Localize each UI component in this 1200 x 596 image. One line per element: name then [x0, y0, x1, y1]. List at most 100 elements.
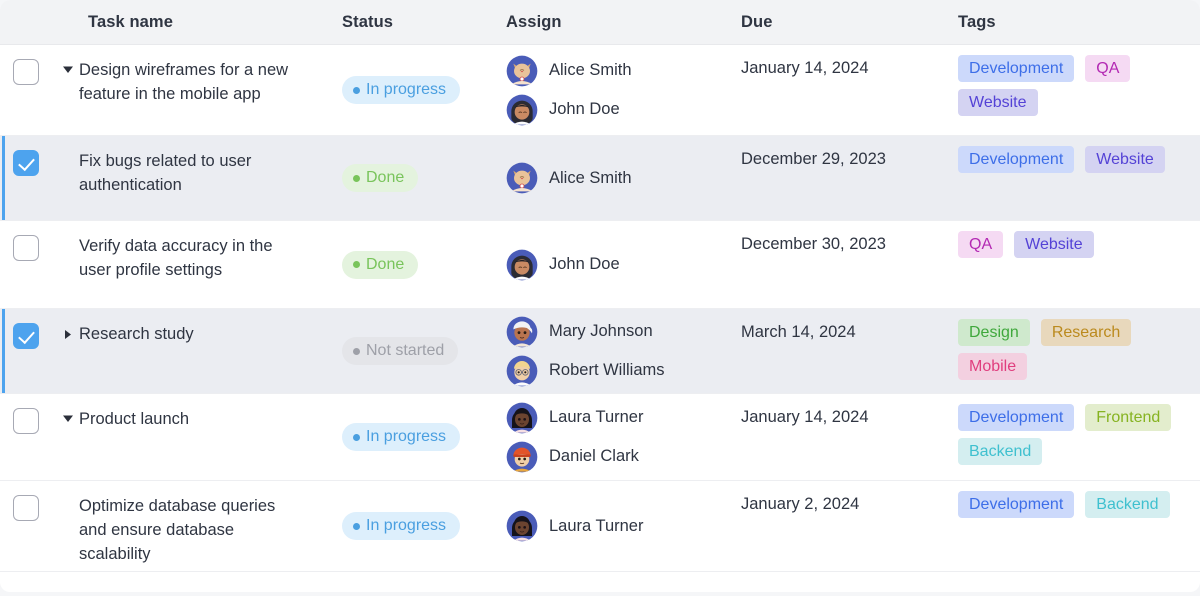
table-body: Design wireframes for a new feature in t… [0, 45, 1200, 572]
tag-chip[interactable]: Development [958, 55, 1075, 82]
status-badge[interactable]: In progress [342, 76, 461, 104]
tag-chip[interactable]: Development [958, 146, 1075, 173]
due-date-label[interactable]: January 14, 2024 [741, 59, 869, 78]
tag-list: Development Frontend Backend [958, 404, 1200, 465]
task-name-label[interactable]: Research study [79, 319, 204, 346]
tag-chip[interactable]: Website [1014, 231, 1094, 258]
tag-chip[interactable]: Frontend [1085, 404, 1172, 431]
avatar [506, 55, 538, 87]
assignee-cell: Laura Turner Daniel Clark [498, 394, 733, 480]
tag-chip[interactable]: Website [958, 89, 1038, 116]
status-badge[interactable]: In progress [342, 512, 461, 540]
assignee-name: Robert Williams [549, 361, 665, 379]
assignee[interactable]: John Doe [506, 249, 733, 281]
table-row[interactable]: Design wireframes for a new feature in t… [0, 45, 1200, 136]
table-row[interactable]: Optimize database queries and ensure dat… [0, 481, 1200, 572]
chevron-down-icon [57, 491, 79, 510]
assignee-cell: Alice Smith John Doe [498, 45, 733, 135]
tag-chip[interactable]: QA [958, 231, 1004, 258]
avatar [506, 249, 538, 281]
assignee-cell: Alice Smith [498, 136, 733, 220]
chevron-down-icon[interactable] [57, 55, 79, 74]
avatar [506, 510, 538, 542]
status-badge[interactable]: In progress [342, 423, 461, 451]
assignee-list: Laura Turner Daniel Clark [506, 402, 733, 473]
table-row[interactable]: Research study Not started Mary Johnson [0, 309, 1200, 394]
column-header-assign[interactable]: Assign [498, 13, 733, 32]
task-name-cell: Research study [57, 309, 335, 393]
assignee[interactable]: Alice Smith [506, 162, 733, 194]
status-badge[interactable]: Done [342, 164, 419, 192]
task-name-cell: Product launch [57, 394, 335, 480]
assignee-list: Mary Johnson Robert Williams [506, 316, 733, 387]
avatar [506, 162, 538, 194]
due-date-cell: December 30, 2023 [733, 221, 950, 308]
tag-chip[interactable]: Design [958, 319, 1030, 346]
column-header-task-name[interactable]: Task name [57, 13, 335, 32]
status-label: Done [366, 255, 405, 273]
assignee[interactable]: Laura Turner [506, 510, 733, 542]
tag-chip[interactable]: Mobile [958, 353, 1028, 380]
due-date-label[interactable]: January 2, 2024 [741, 495, 859, 514]
table-header-row: Task name Status Assign Due Tags [0, 0, 1200, 45]
status-cell: In progress [335, 45, 498, 135]
task-name-label[interactable]: Product launch [79, 404, 199, 431]
tag-chip[interactable]: Backend [1085, 491, 1170, 518]
status-label: Not started [366, 342, 445, 359]
task-name-cell: Optimize database queries and ensure dat… [57, 481, 335, 571]
task-name-label[interactable]: Design wireframes for a new feature in t… [79, 55, 314, 106]
status-label: Done [366, 169, 405, 186]
status-dot-icon [353, 174, 360, 182]
row-checkbox[interactable] [13, 495, 39, 521]
status-label: In progress [366, 428, 447, 445]
task-name-label[interactable]: Fix bugs related to user authentication [79, 146, 314, 197]
assignee[interactable]: Daniel Clark [506, 441, 733, 473]
due-date-label[interactable]: December 29, 2023 [741, 150, 886, 169]
row-checkbox[interactable] [13, 323, 39, 349]
assignee[interactable]: Alice Smith [506, 55, 733, 87]
chevron-right-icon[interactable] [57, 319, 79, 340]
tags-cell: Development Website [950, 136, 1200, 220]
column-header-due[interactable]: Due [733, 13, 950, 32]
tag-chip[interactable]: Backend [958, 438, 1043, 465]
row-select-cell [0, 481, 57, 571]
row-checkbox[interactable] [13, 150, 39, 176]
assignee[interactable]: Laura Turner [506, 402, 733, 434]
due-date-cell: December 29, 2023 [733, 136, 950, 220]
status-cell: Not started [335, 309, 498, 393]
row-checkbox[interactable] [13, 235, 39, 261]
tag-chip[interactable]: QA [1085, 55, 1131, 82]
assignee-name: Laura Turner [549, 516, 644, 535]
task-name-label[interactable]: Optimize database queries and ensure dat… [79, 491, 314, 566]
table-row[interactable]: Product launch In progress Laura Turner [0, 394, 1200, 481]
column-header-tags[interactable]: Tags [950, 13, 1200, 32]
tag-chip[interactable]: Development [958, 491, 1075, 518]
status-cell: In progress [335, 481, 498, 571]
chevron-down-icon[interactable] [57, 404, 79, 423]
row-select-cell [0, 309, 57, 393]
task-name-label[interactable]: Verify data accuracy in the user profile… [79, 231, 314, 282]
status-badge[interactable]: Not started [342, 337, 459, 365]
tags-cell: Development Frontend Backend [950, 394, 1200, 480]
assignee-cell: John Doe [498, 221, 733, 308]
column-header-status[interactable]: Status [335, 13, 498, 32]
table-row[interactable]: Verify data accuracy in the user profile… [0, 221, 1200, 309]
assignee-list: Alice Smith John Doe [506, 55, 733, 126]
tag-chip[interactable]: Development [958, 404, 1075, 431]
assignee[interactable]: Robert Williams [506, 355, 733, 387]
due-date-label[interactable]: March 14, 2024 [741, 323, 856, 342]
assignee-name: John Doe [549, 100, 620, 118]
status-badge[interactable]: Done [342, 250, 419, 279]
due-date-label[interactable]: January 14, 2024 [741, 408, 869, 427]
due-date-label[interactable]: December 30, 2023 [741, 235, 886, 254]
row-checkbox[interactable] [13, 59, 39, 85]
tag-chip[interactable]: Research [1040, 319, 1132, 346]
status-dot-icon [353, 86, 360, 94]
status-dot-icon [353, 433, 360, 441]
row-checkbox[interactable] [13, 408, 39, 434]
assignee[interactable]: Mary Johnson [506, 316, 733, 348]
tag-chip[interactable]: Website [1085, 146, 1165, 173]
assignee[interactable]: John Doe [506, 94, 733, 126]
table-row[interactable]: Fix bugs related to user authentication D… [0, 136, 1200, 221]
task-name-cell: Fix bugs related to user authentication [57, 136, 335, 220]
